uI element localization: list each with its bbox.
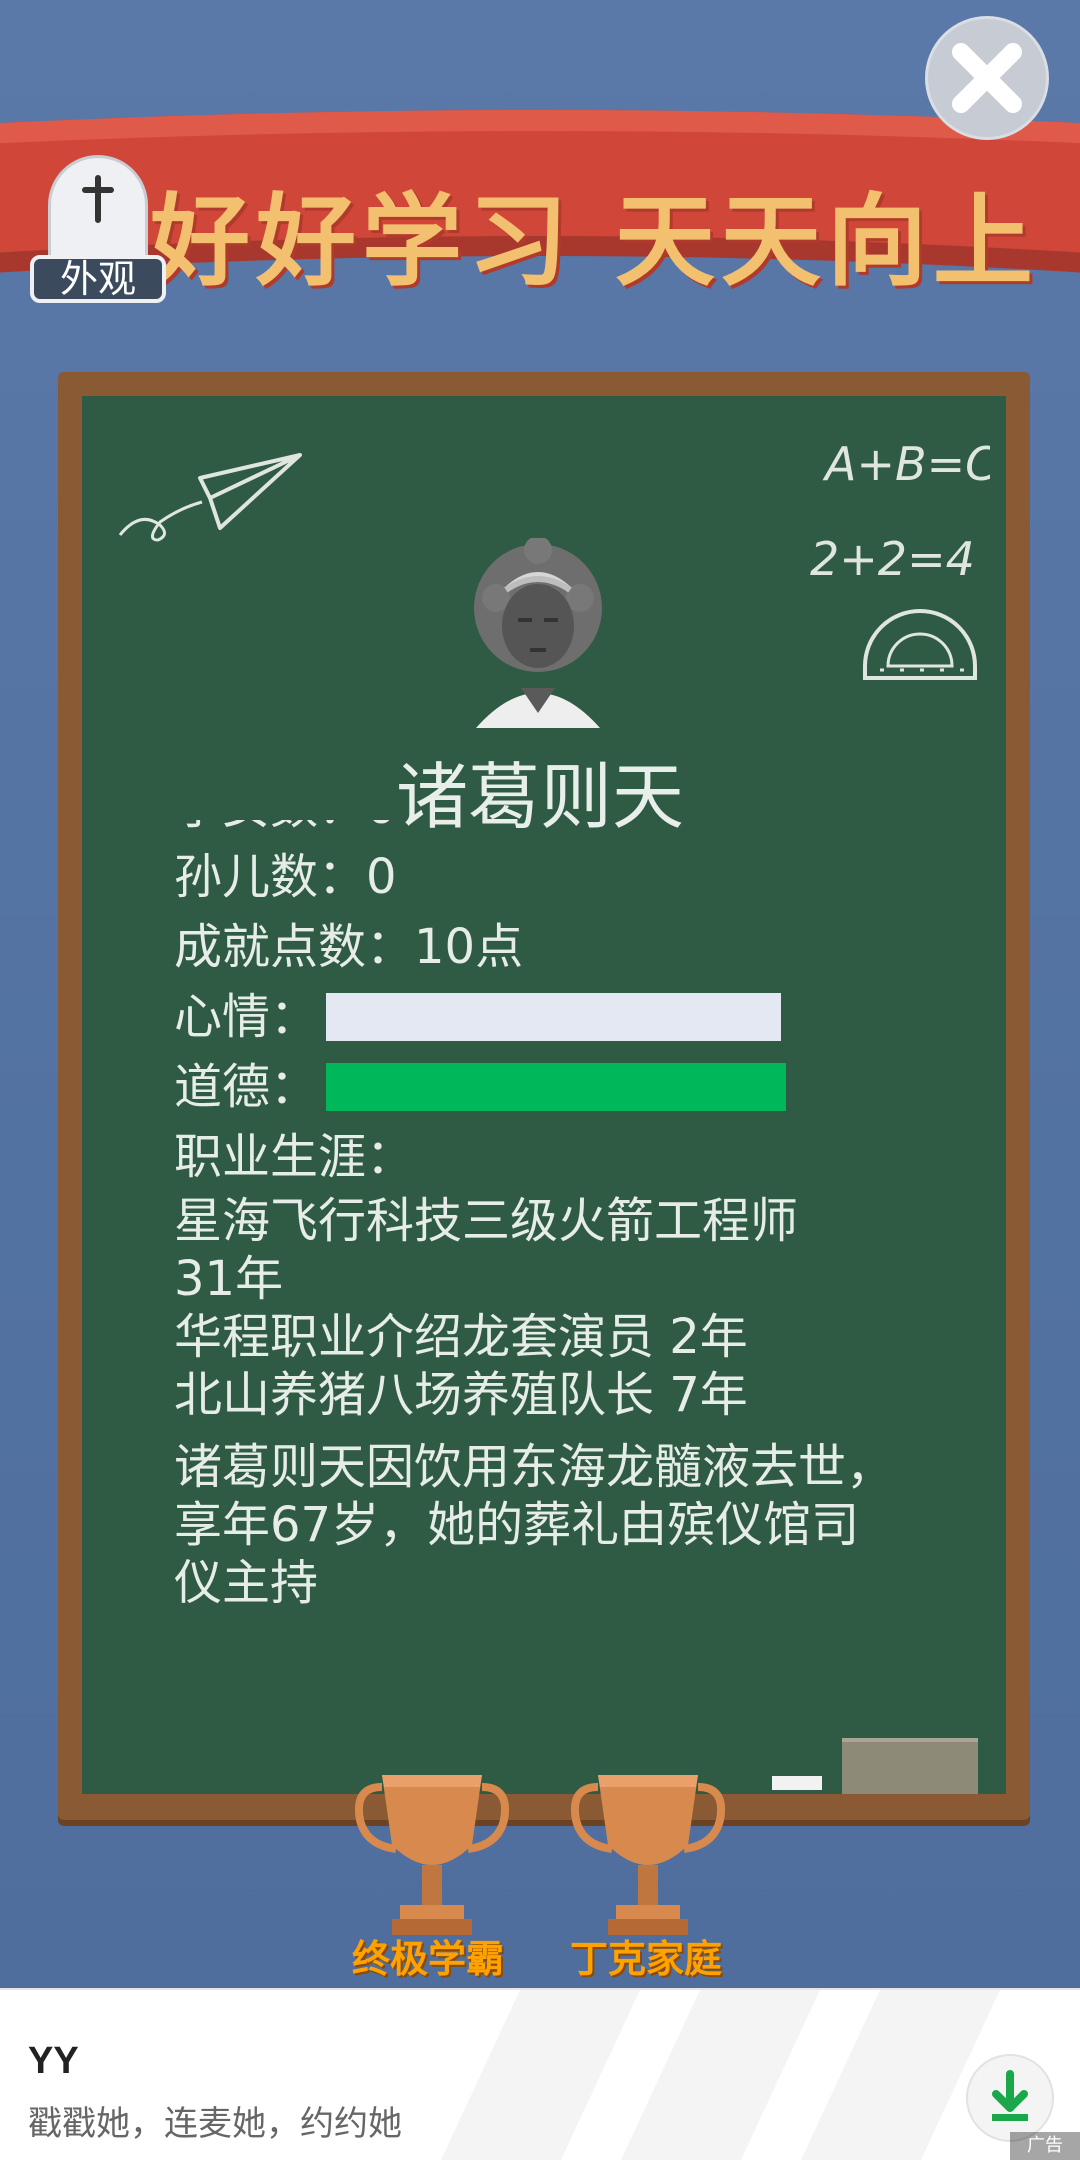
mood-bar-track [326, 993, 786, 1041]
death-description: 诸葛则天因饮用东海龙髓液去世，享年67岁，她的葬礼由殡仪馆司仪主持 [174, 1439, 894, 1611]
svg-text:A+B=C: A+B=C [822, 437, 990, 491]
trophy-icon[interactable] [568, 1765, 728, 1945]
career-list: 星海飞行科技三级火箭工程师 31年 华程职业介绍龙套演员 2年 北山养猪八场养殖队长 … [174, 1192, 894, 1424]
ad-tag: 广告 [1010, 2132, 1080, 2160]
ad-description: 戳戳她，连麦她，约约她 [28, 2104, 402, 2144]
eraser [842, 1738, 978, 1794]
appearance-button[interactable]: 外观 [30, 155, 166, 307]
trophy-label-1: 终极学霸 [352, 1937, 505, 1981]
trophy-label-2: 丁克家庭 [570, 1937, 723, 1981]
career-entry: 北山养猪八场养殖队长 7年 [174, 1367, 748, 1423]
cross-icon [82, 175, 114, 223]
banner-slogan: 好好学习 天天向上 [150, 183, 1039, 300]
grandchildren-count: 孙儿数：0 [174, 849, 397, 905]
career-entry: 华程职业介绍龙套演员 2年 [174, 1309, 748, 1365]
chalk [772, 1776, 822, 1790]
mood-label: 心情： [174, 989, 319, 1045]
career-entry: 星海飞行科技三级火箭工程师 [174, 1193, 799, 1249]
children-count: 子女数：0 [174, 820, 894, 842]
info-scroll-panel[interactable]: 子女数：0 孙儿数：0 成就点数：10点 心情： 道德： 职业生涯： 星海飞行科… [174, 820, 894, 1640]
ad-banner[interactable]: YY 戳戳她，连麦她，约约她 [0, 1988, 1080, 2160]
close-icon [952, 43, 1022, 113]
mood-row: 心情： [174, 982, 894, 1052]
career-label: 职业生涯： [174, 1129, 415, 1185]
formula-doodle-1: A+B=C [822, 437, 990, 491]
morality-bar [326, 1063, 787, 1111]
appearance-label: 外观 [30, 255, 166, 303]
morality-row: 道德： [174, 1052, 894, 1122]
paper-plane-doodle [118, 453, 302, 542]
close-button[interactable] [925, 16, 1049, 140]
download-button[interactable] [966, 2054, 1054, 2142]
morality-bar-track [326, 1063, 787, 1111]
svg-text:2+2=4: 2+2=4 [810, 532, 975, 586]
formula-doodle-2: 2+2=4 [810, 532, 975, 586]
avatar [474, 538, 602, 728]
achievement-points: 成就点数：10点 [174, 919, 524, 975]
protractor-doodle [863, 609, 977, 680]
ad-title: YY [28, 2040, 79, 2082]
download-icon [992, 2070, 1028, 2121]
career-entry: 31年 [174, 1251, 284, 1307]
mood-bar [326, 993, 782, 1041]
trophy-icon[interactable] [352, 1765, 512, 1945]
morality-label: 道德： [174, 1059, 319, 1115]
